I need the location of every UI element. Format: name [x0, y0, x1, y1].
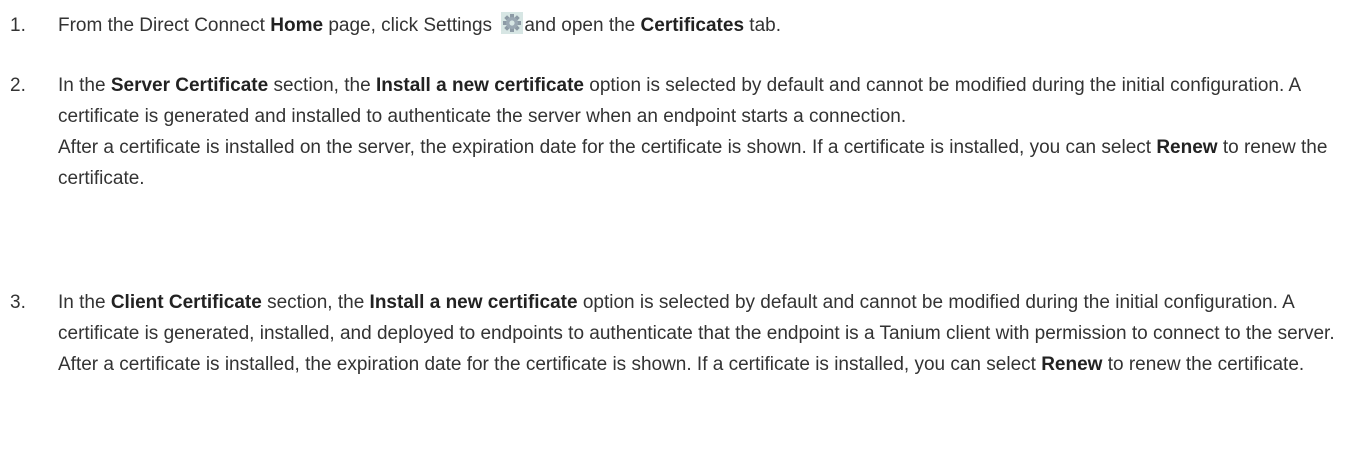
bold-term-install-new-certificate: Install a new certificate: [369, 292, 578, 313]
text-run: to renew the certificate.: [1102, 354, 1305, 375]
text-run: and open the: [524, 15, 641, 36]
step-paragraph: From the Direct Connect Home page, click…: [58, 10, 1338, 41]
text-run: After a certificate is installed, the ex…: [58, 354, 1042, 375]
bold-term-renew: Renew: [1041, 354, 1103, 375]
step-paragraph: After a certificate is installed on the …: [58, 132, 1338, 194]
bold-term-client-certificate: Client Certificate: [110, 292, 262, 313]
step-number: 3.: [10, 292, 26, 313]
text-run: After a certificate is installed on the …: [58, 137, 1157, 158]
instruction-steps: 1. From the Direct Connect Home page, cl…: [0, 0, 1353, 466]
bold-term-renew: Renew: [1156, 137, 1218, 158]
text-run: From the Direct Connect: [58, 15, 271, 36]
bold-term-server-certificate: Server Certificate: [110, 75, 269, 96]
step-number: 2.: [10, 75, 26, 96]
bold-term-certificates: Certificates: [640, 15, 745, 36]
gear-icon: [501, 12, 524, 34]
step-paragraph: In the Client Certificate section, the I…: [58, 287, 1338, 349]
text-run: In the: [58, 75, 111, 96]
text-run: page, click Settings: [323, 15, 498, 36]
step-text: In the Server Certificate section, the I…: [58, 70, 1338, 194]
bold-term-install-new-certificate: Install a new certificate: [375, 75, 584, 96]
step-paragraph: In the Server Certificate section, the I…: [58, 70, 1338, 132]
bold-term-home: Home: [270, 15, 324, 36]
text-run: section, the: [261, 292, 370, 313]
text-run: tab.: [744, 15, 782, 36]
step-text: In the Client Certificate section, the I…: [58, 287, 1338, 380]
step-text: From the Direct Connect Home page, click…: [58, 10, 1338, 41]
step-paragraph: After a certificate is installed, the ex…: [58, 349, 1338, 380]
text-run: In the: [58, 292, 111, 313]
step-number: 1.: [10, 15, 26, 36]
text-run: section, the: [268, 75, 376, 96]
